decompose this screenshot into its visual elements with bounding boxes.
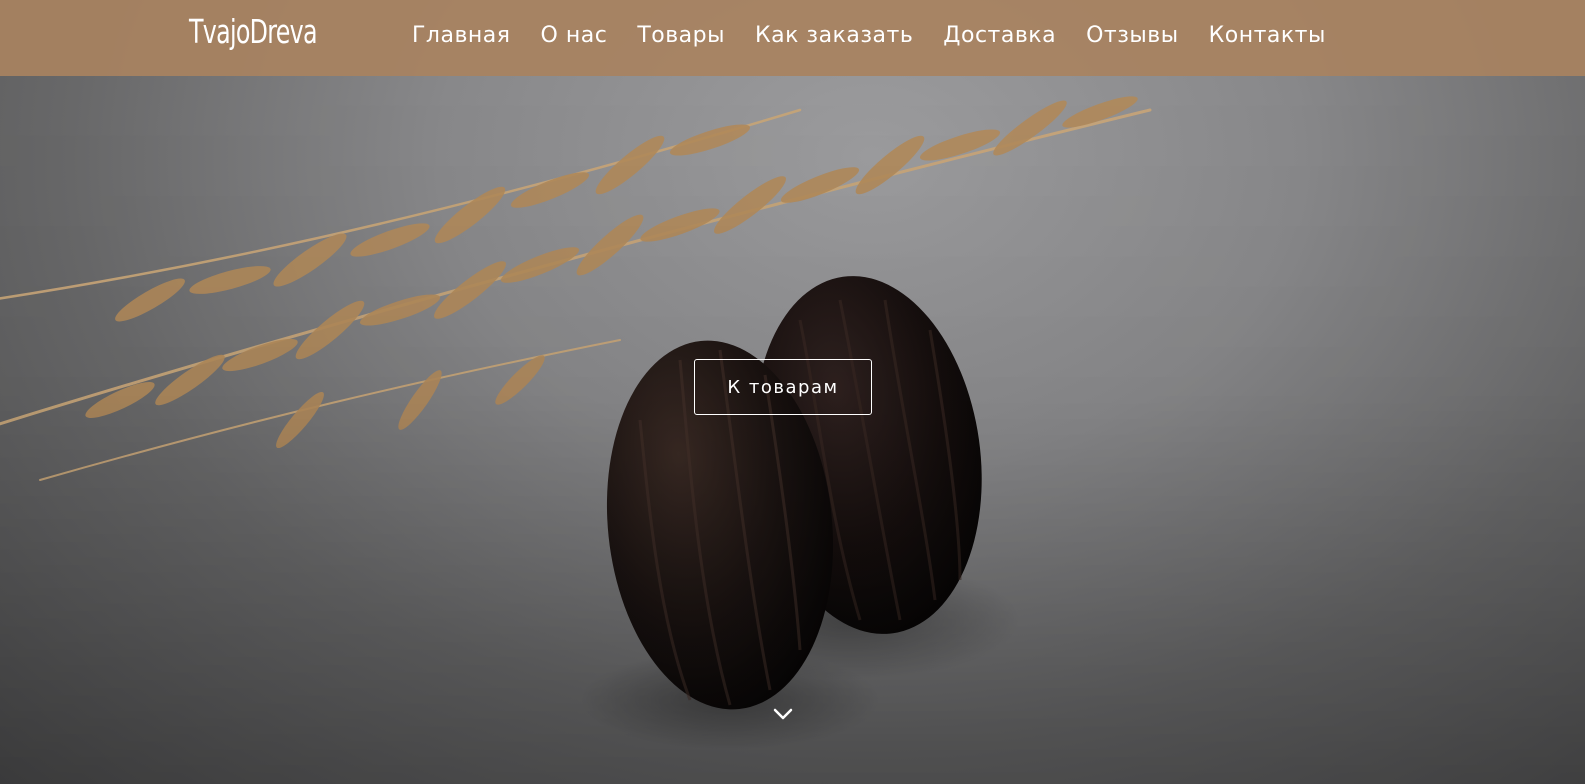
main-menu: Главная О нас Товары Как заказать Достав… [412,23,1356,48]
hero-section: TvajoDreva Главная О нас Товары Как зака… [0,0,1585,784]
top-navbar: TvajoDreva Главная О нас Товары Как зака… [0,0,1585,76]
nav-item-products[interactable]: Товары [637,23,725,48]
nav-item-delivery[interactable]: Доставка [943,23,1056,48]
nav-item-how-to-order[interactable]: Как заказать [755,23,913,48]
chevron-down-icon[interactable] [773,706,793,722]
to-products-button[interactable]: К товарам [694,359,872,415]
nav-item-about[interactable]: О нас [541,23,608,48]
nav-item-contacts[interactable]: Контакты [1209,23,1326,48]
nav-item-home[interactable]: Главная [412,23,511,48]
site-logo[interactable]: TvajoDreva [189,12,318,51]
nav-item-reviews[interactable]: Отзывы [1086,23,1179,48]
